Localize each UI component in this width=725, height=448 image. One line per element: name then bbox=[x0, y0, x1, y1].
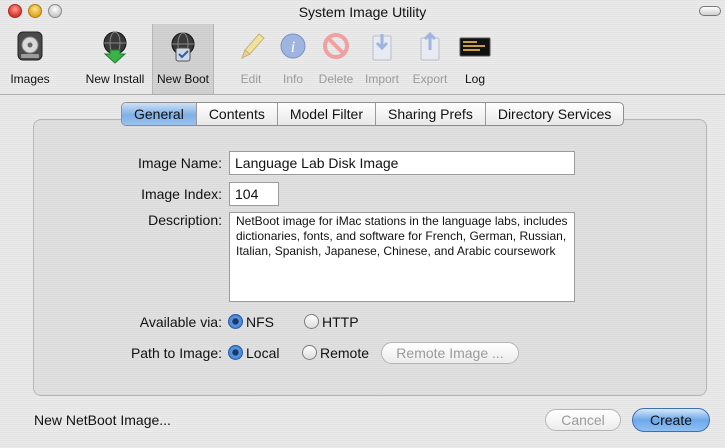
delete-icon bbox=[319, 30, 353, 64]
description-label: Description: bbox=[148, 212, 222, 228]
toolbar-label: Edit bbox=[240, 72, 262, 86]
toolbar-label: New Install bbox=[85, 72, 145, 86]
image-name-field[interactable]: Language Lab Disk Image bbox=[229, 151, 575, 175]
toolbar-import-button[interactable]: Import bbox=[360, 30, 404, 86]
path-to-image-label: Path to Image: bbox=[130, 345, 222, 361]
pencil-icon bbox=[234, 30, 268, 64]
zoom-window-button[interactable] bbox=[48, 4, 62, 18]
remote-radio-label: Remote bbox=[320, 345, 370, 361]
local-radio[interactable] bbox=[228, 345, 243, 360]
description-textarea[interactable]: NetBoot image for iMac stations in the l… bbox=[229, 212, 575, 302]
tab-general[interactable]: General bbox=[122, 103, 197, 125]
toolbar-edit-button[interactable]: Edit bbox=[234, 30, 268, 86]
available-via-label: Available via: bbox=[139, 314, 222, 330]
remote-radio[interactable] bbox=[302, 345, 317, 360]
toolbar-export-button[interactable]: Export bbox=[408, 30, 452, 86]
tab-bar: General Contents Model Filter Sharing Pr… bbox=[121, 102, 625, 126]
toolbar-images-button[interactable]: Images bbox=[8, 30, 52, 86]
nfs-radio[interactable] bbox=[228, 314, 243, 329]
toolbar-info-button[interactable]: i Info bbox=[276, 30, 310, 86]
svg-text:i: i bbox=[291, 39, 295, 56]
globe-download-icon bbox=[98, 30, 132, 64]
tab-model-filter[interactable]: Model Filter bbox=[278, 103, 376, 125]
disk-image-icon bbox=[13, 30, 47, 64]
toolbar-delete-button[interactable]: Delete bbox=[314, 30, 358, 86]
toolbar-log-button[interactable]: Log bbox=[458, 30, 492, 86]
info-icon: i bbox=[276, 30, 310, 64]
close-window-button[interactable] bbox=[8, 4, 22, 18]
cancel-button[interactable]: Cancel bbox=[545, 409, 621, 431]
boot-globe-icon bbox=[166, 30, 200, 64]
toolbar-label: Info bbox=[282, 72, 303, 86]
http-radio[interactable] bbox=[304, 314, 319, 329]
toolbar-label: Export bbox=[412, 72, 448, 86]
tab-directory-services[interactable]: Directory Services bbox=[486, 103, 624, 125]
image-index-label: Image Index: bbox=[141, 186, 222, 202]
app-window: System Image Utility Images New Install … bbox=[0, 0, 725, 448]
status-text: New NetBoot Image... bbox=[34, 412, 171, 428]
tab-sharing-prefs[interactable]: Sharing Prefs bbox=[376, 103, 486, 125]
window-title: System Image Utility bbox=[298, 4, 427, 20]
local-radio-label: Local bbox=[246, 345, 280, 361]
toolbar-label: New Boot bbox=[156, 72, 210, 86]
tab-contents[interactable]: Contents bbox=[197, 103, 278, 125]
image-index-field[interactable]: 104 bbox=[229, 182, 279, 206]
toolbar-new-boot-button[interactable]: New Boot bbox=[154, 30, 212, 86]
image-name-label: Image Name: bbox=[137, 155, 222, 171]
nfs-radio-label: NFS bbox=[246, 314, 274, 330]
toolbar-label: Images bbox=[10, 72, 50, 86]
toolbar-label: Delete bbox=[318, 72, 354, 86]
toolbar-label: Log bbox=[464, 72, 486, 86]
http-radio-label: HTTP bbox=[322, 314, 359, 330]
import-icon bbox=[365, 30, 399, 64]
toolbar-new-install-button[interactable]: New Install bbox=[82, 30, 148, 86]
create-button[interactable]: Create bbox=[632, 408, 710, 432]
minimize-window-button[interactable] bbox=[28, 4, 42, 18]
export-icon bbox=[413, 30, 447, 64]
toolbar: Images New Install New Boot Edit i Info … bbox=[0, 24, 725, 95]
title-bar[interactable]: System Image Utility bbox=[0, 0, 725, 24]
toolbar-label: Import bbox=[364, 72, 399, 86]
remote-image-button[interactable]: Remote Image ... bbox=[381, 342, 519, 364]
toolbar-toggle-button[interactable] bbox=[699, 6, 721, 16]
console-log-icon bbox=[458, 30, 492, 64]
